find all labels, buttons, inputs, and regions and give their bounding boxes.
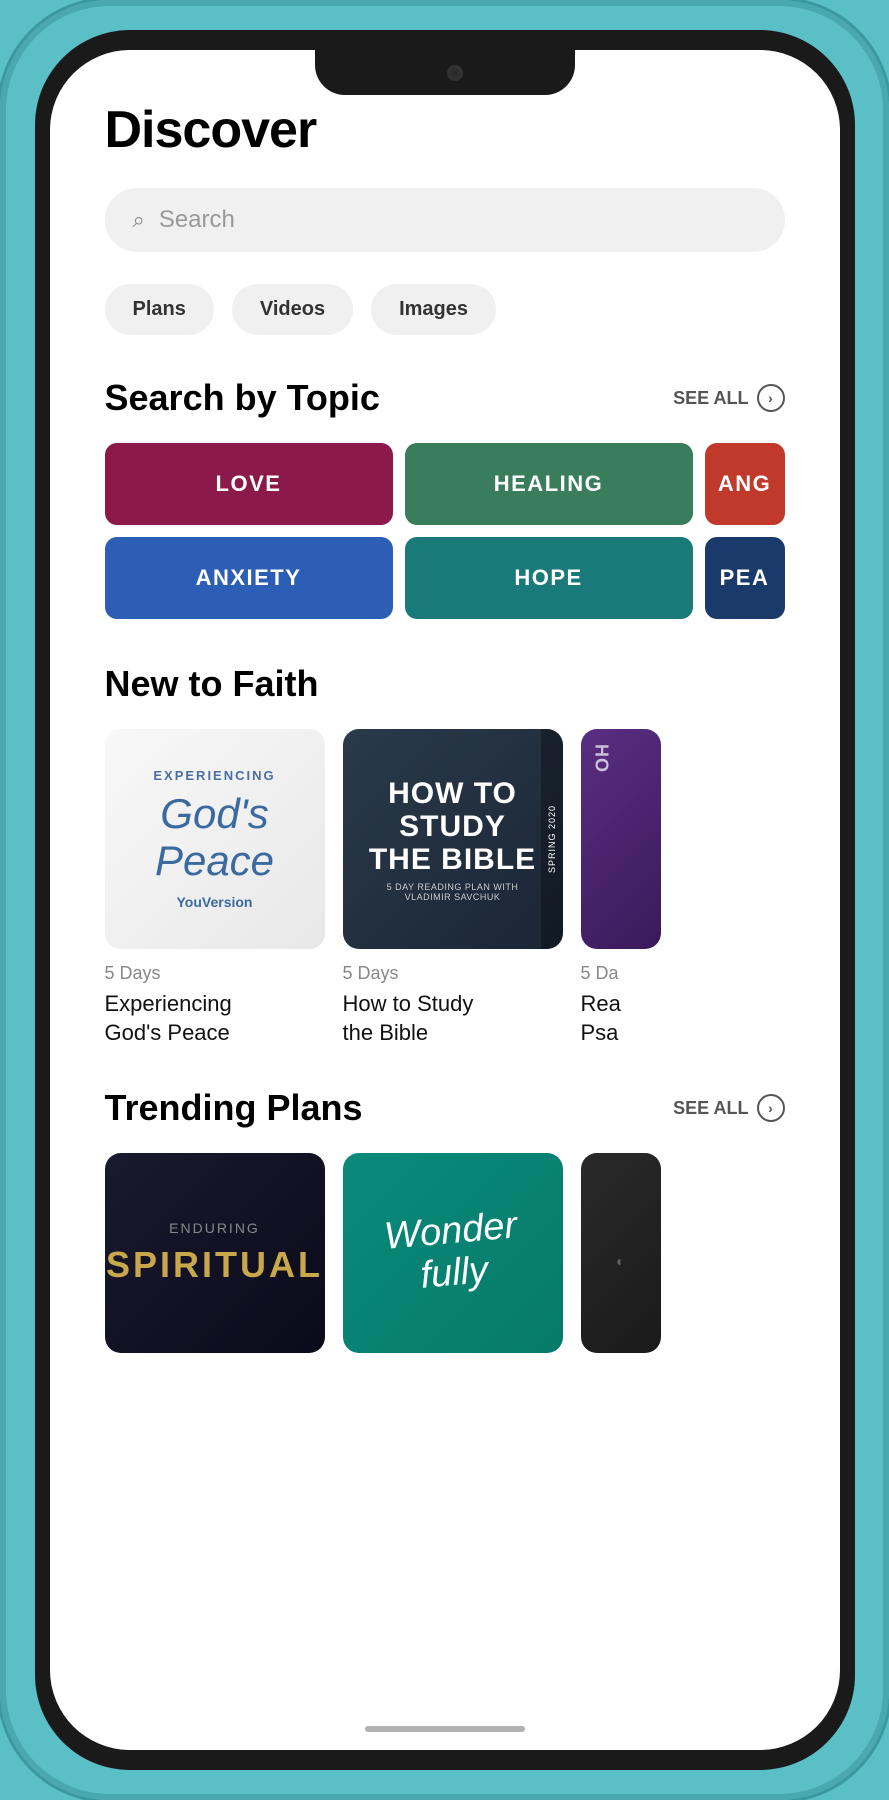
plan-gods-peace-image: EXPERIENCING God's Peace YouVersion bbox=[105, 729, 325, 949]
trending-plans-header: Trending Plans SEE ALL › bbox=[105, 1087, 785, 1129]
plan-days-peace: 5 Days bbox=[105, 963, 325, 984]
trending-wonderfully-bg: Wonder fully bbox=[343, 1153, 563, 1353]
search-icon: ⌕ bbox=[133, 207, 145, 233]
trending-plans-section: Trending Plans SEE ALL › ENDURING bbox=[105, 1087, 785, 1353]
trending-see-all-icon: › bbox=[757, 1094, 785, 1122]
topic-grid: LOVE HEALING ANG ANXIETY HOPE bbox=[105, 443, 785, 619]
screen-content: Discover ⌕ Search Plans Videos Images bbox=[50, 100, 840, 1353]
trending-partial[interactable]: ◐ bbox=[581, 1153, 661, 1353]
plan-title-peace: Experiencing God's Peace bbox=[105, 990, 325, 1047]
plan-title-bible: How to Study the Bible bbox=[343, 990, 563, 1047]
plan-partial-image: ho bbox=[581, 729, 661, 949]
bible-spring-text: SPRING 2020 bbox=[547, 805, 557, 873]
search-placeholder: Search bbox=[159, 206, 235, 234]
filter-images[interactable]: Images bbox=[371, 284, 496, 335]
topic-anxiety[interactable]: ANXIETY bbox=[105, 537, 393, 619]
bible-subtitle: 5 DAY READING PLAN WITH VLADIMIR SAVCHUK bbox=[363, 882, 543, 902]
new-to-faith-section: New to Faith EXPERIENCING God's Peace bbox=[105, 663, 785, 1047]
peace-label-top: EXPERIENCING bbox=[153, 768, 275, 783]
home-indicator bbox=[365, 1726, 525, 1732]
search-by-topic-title: Search by Topic bbox=[105, 377, 380, 419]
plan-days-bible: 5 Days bbox=[343, 963, 563, 984]
search-by-topic-header: Search by Topic SEE ALL › bbox=[105, 377, 785, 419]
trending-wonderfully-image: Wonder fully bbox=[343, 1153, 563, 1353]
plan-days-partial: 5 Da bbox=[581, 963, 661, 984]
plan-title-partial: ReaPsa bbox=[581, 990, 661, 1047]
plan-gods-peace[interactable]: EXPERIENCING God's Peace YouVersion 5 Da… bbox=[105, 729, 325, 1047]
peace-title-main: God's Peace bbox=[155, 791, 274, 883]
trending-plans-title: Trending Plans bbox=[105, 1087, 363, 1129]
notch bbox=[315, 50, 575, 95]
plan-study-bible-image: HOW TO STUDY THE BIBLE 5 DAY READING PLA… bbox=[343, 729, 563, 949]
wonderfully-text: Wonder fully bbox=[383, 1206, 523, 1301]
new-to-faith-title: New to Faith bbox=[105, 663, 319, 705]
trending-wonderfully[interactable]: Wonder fully bbox=[343, 1153, 563, 1353]
peace-brand: YouVersion bbox=[177, 894, 253, 910]
phone-screen: Discover ⌕ Search Plans Videos Images bbox=[50, 50, 840, 1750]
topic-hope[interactable]: HOPE bbox=[405, 537, 693, 619]
trending-partial-image: ◐ bbox=[581, 1153, 661, 1353]
filter-pills: Plans Videos Images bbox=[105, 284, 785, 335]
filter-videos[interactable]: Videos bbox=[232, 284, 353, 335]
see-all-arrow-icon: › bbox=[757, 384, 785, 412]
phone-inner: Discover ⌕ Search Plans Videos Images bbox=[35, 30, 855, 1770]
topic-love[interactable]: LOVE bbox=[105, 443, 393, 525]
search-bar[interactable]: ⌕ Search bbox=[105, 188, 785, 252]
phone-frame: Discover ⌕ Search Plans Videos Images bbox=[0, 0, 889, 1800]
spiritual-top-text: ENDURING bbox=[169, 1220, 260, 1236]
bible-title: HOW TO STUDY THE BIBLE bbox=[363, 777, 543, 876]
topic-peace[interactable]: PEA bbox=[705, 537, 785, 619]
search-by-topic-see-all[interactable]: SEE ALL › bbox=[673, 384, 784, 412]
trending-spiritual-bg: ENDURING SPIRITUAL bbox=[105, 1153, 325, 1353]
trending-spiritual-image: ENDURING SPIRITUAL bbox=[105, 1153, 325, 1353]
bible-spring-tag: SPRING 2020 bbox=[541, 729, 563, 949]
topic-healing[interactable]: HEALING bbox=[405, 443, 693, 525]
camera-dot bbox=[447, 65, 463, 81]
topic-anger[interactable]: ANG bbox=[705, 443, 785, 525]
trending-row: ENDURING SPIRITUAL Wonder bbox=[105, 1153, 785, 1353]
filter-plans[interactable]: Plans bbox=[105, 284, 214, 335]
trending-see-all[interactable]: SEE ALL › bbox=[673, 1094, 784, 1122]
new-to-faith-header: New to Faith bbox=[105, 663, 785, 705]
plans-row: EXPERIENCING God's Peace YouVersion 5 Da… bbox=[105, 729, 785, 1047]
spiritual-main-text: SPIRITUAL bbox=[106, 1244, 323, 1286]
plan-study-bible[interactable]: HOW TO STUDY THE BIBLE 5 DAY READING PLA… bbox=[343, 729, 563, 1047]
plan-partial[interactable]: ho 5 Da ReaPsa bbox=[581, 729, 661, 1047]
trending-spiritual[interactable]: ENDURING SPIRITUAL bbox=[105, 1153, 325, 1353]
page-title: Discover bbox=[105, 100, 785, 160]
